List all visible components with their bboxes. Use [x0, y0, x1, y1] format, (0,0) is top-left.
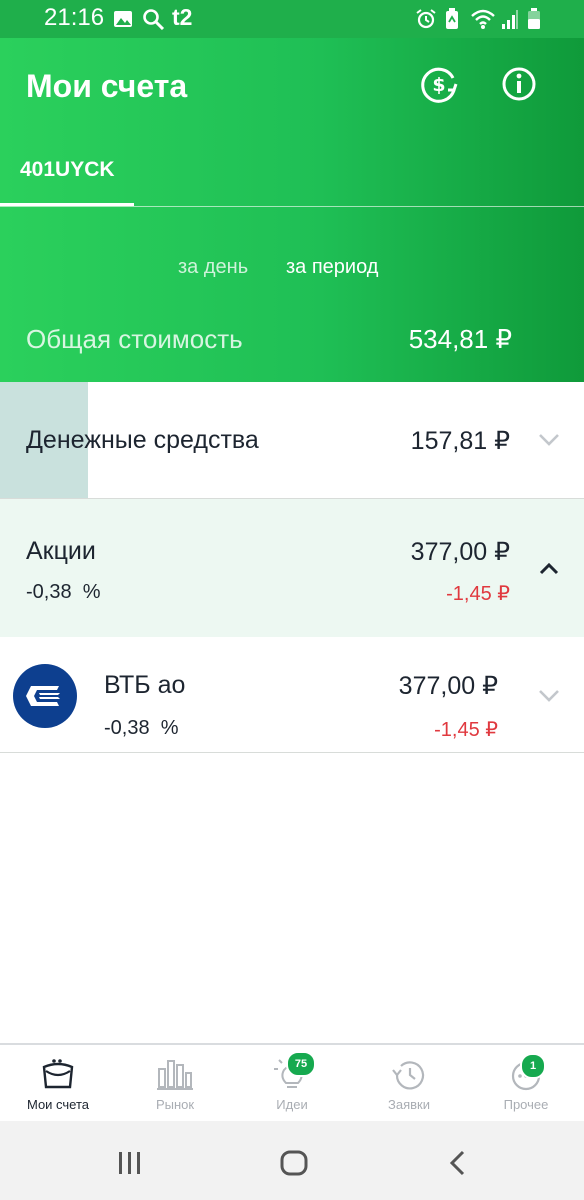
- alarm-icon: [416, 9, 436, 29]
- status-time: 21:16: [44, 4, 105, 31]
- nav-label: Мои счета: [26, 1097, 90, 1112]
- currency-exchange-button[interactable]: $: [415, 60, 463, 108]
- position-percent: -0,38 %: [104, 717, 179, 739]
- nav-ideas[interactable]: 75 Идеи: [234, 1045, 350, 1123]
- battery-icon: [528, 8, 540, 29]
- chevron-down-icon[interactable]: [538, 689, 560, 703]
- position-change: -1,45 ₽: [434, 719, 498, 741]
- nav-market[interactable]: Рынок: [117, 1045, 233, 1123]
- cash-value: 157,81 ₽: [410, 427, 510, 455]
- history-icon: [392, 1061, 425, 1090]
- home-icon[interactable]: [279, 1149, 309, 1179]
- wifi-icon: [471, 9, 495, 29]
- stocks-change: -1,45 ₽: [446, 583, 510, 605]
- page-title: Мои счета: [26, 68, 188, 104]
- total-value-amount: 534,81 ₽: [408, 324, 512, 354]
- vtb-logo: [13, 664, 77, 728]
- bottom-nav: Мои счета Рынок 75 Идеи Заявки 1 Прочее: [0, 1043, 584, 1123]
- position-name: ВТБ ао: [104, 671, 186, 699]
- stocks-row[interactable]: Акции 377,00 ₽ -0,38 % -1,45 ₽: [0, 499, 584, 637]
- chevron-up-icon[interactable]: [538, 561, 560, 575]
- operator-logo: t2: [172, 4, 193, 30]
- stocks-label: Акции: [26, 537, 96, 565]
- nav-orders[interactable]: Заявки: [351, 1045, 467, 1123]
- nav-label: Рынок: [155, 1097, 195, 1112]
- chevron-down-icon[interactable]: [538, 433, 560, 447]
- nav-label: Прочее: [503, 1097, 549, 1112]
- ideas-badge: 75: [286, 1051, 316, 1077]
- total-value-label: Общая стоимость: [26, 324, 243, 354]
- market-chart-icon: [157, 1060, 193, 1090]
- nav-my-accounts[interactable]: Мои счета: [0, 1045, 116, 1123]
- info-icon: [502, 67, 536, 101]
- info-button[interactable]: [495, 60, 543, 108]
- nav-label: Заявки: [388, 1097, 430, 1112]
- period-range-button[interactable]: за период: [286, 256, 378, 279]
- status-bar: 21:16 t2: [0, 0, 584, 38]
- tab-account[interactable]: 401UYCK: [20, 158, 115, 182]
- cash-row[interactable]: Денежные средства 157,81 ₽: [0, 382, 584, 499]
- tab-divider: [0, 206, 584, 207]
- search-icon: [143, 9, 165, 30]
- nav-label: Идеи: [276, 1097, 308, 1112]
- stocks-value: 377,00 ₽: [410, 538, 510, 566]
- other-badge: 1: [520, 1053, 546, 1079]
- stocks-percent: -0,38 %: [26, 581, 101, 603]
- nav-other[interactable]: 1 Прочее: [468, 1045, 584, 1123]
- svg-text:$: $: [432, 74, 445, 96]
- image-icon: [114, 11, 132, 27]
- wallet-icon: [42, 1059, 74, 1089]
- signal-icon: [502, 10, 518, 29]
- position-value: 377,00 ₽: [398, 672, 498, 700]
- cash-label: Денежные средства: [26, 426, 259, 454]
- battery-saver-icon: [446, 8, 458, 29]
- back-icon[interactable]: [446, 1149, 470, 1179]
- position-row[interactable]: ВТБ ао 377,00 ₽ -0,38 % -1,45 ₽: [0, 637, 584, 753]
- recent-apps-icon[interactable]: [115, 1150, 145, 1176]
- currency-exchange-icon: $: [421, 67, 458, 103]
- accounts-header: Мои счета $ 401UYCK за день за период Об…: [0, 38, 584, 382]
- period-day-button[interactable]: за день: [178, 256, 248, 279]
- system-nav-bar: [0, 1121, 584, 1200]
